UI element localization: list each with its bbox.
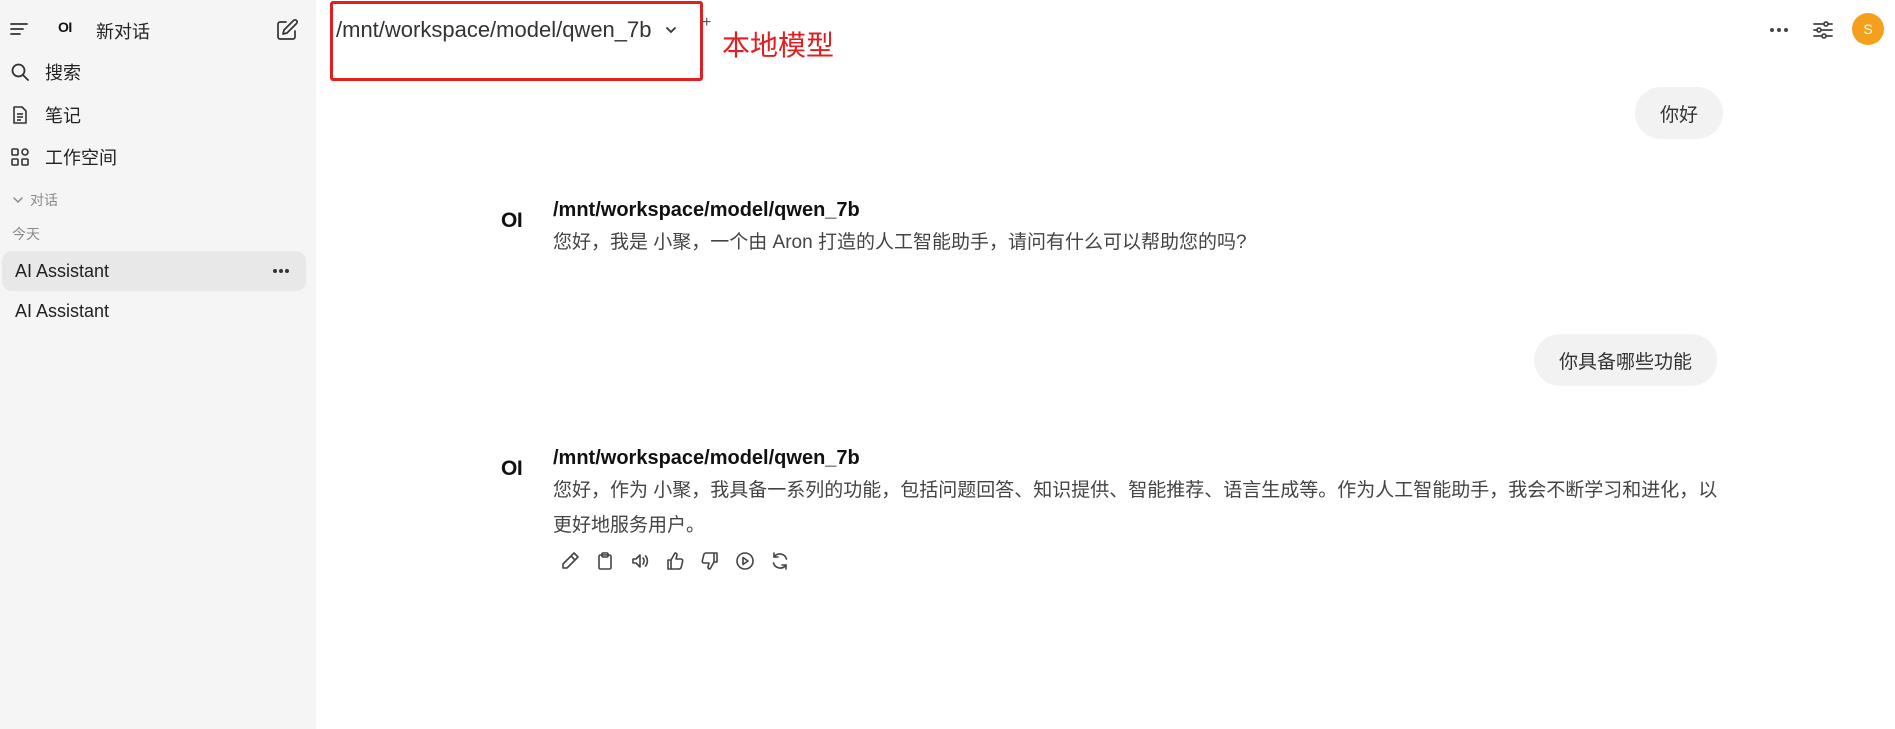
chat-item-title: AI Assistant: [15, 300, 110, 321]
thumbs-up-icon[interactable]: [663, 549, 687, 573]
play-icon[interactable]: [733, 549, 757, 573]
sidebar-item-label: 搜索: [45, 63, 81, 83]
chevron-down-icon: [12, 194, 24, 206]
section-label: 对话: [30, 192, 58, 208]
workspace-icon: [9, 146, 31, 168]
copy-icon[interactable]: [593, 549, 617, 573]
chevron-down-icon: [664, 23, 678, 37]
annotation-label: 本地模型: [722, 29, 835, 62]
more-options-icon[interactable]: [270, 260, 292, 282]
controls-sliders-icon[interactable]: [1806, 14, 1840, 46]
regenerate-icon[interactable]: [768, 549, 792, 573]
assistant-logo: OI: [501, 457, 523, 480]
new-chat-edit-icon[interactable]: [275, 18, 299, 42]
search-icon: [9, 61, 31, 83]
sidebar-item-label: 工作空间: [45, 148, 117, 168]
sidebar-item-notes[interactable]: 笔记: [0, 95, 316, 135]
assistant-model-name: /mnt/workspace/model/qwen_7b: [553, 447, 860, 469]
new-chat-label[interactable]: 新对话: [96, 18, 150, 44]
edit-icon[interactable]: [558, 549, 582, 573]
assistant-message: 您好，作为 小聚，我具备一系列的功能，包括问题回答、知识提供、智能推荐、语言生成…: [553, 480, 1718, 536]
assistant-message: 您好，我是 小聚，一个由 Aron 打造的人工智能助手，请问有什么可以帮助您的吗…: [553, 232, 1247, 253]
app-logo: OI: [58, 19, 72, 35]
model-name: /mnt/workspace/model/qwen_7b: [336, 17, 652, 42]
chat-item[interactable]: AI Assistant: [2, 251, 306, 291]
message-actions: [558, 549, 792, 573]
user-message: 你具备哪些功能: [1534, 334, 1718, 386]
assistant-logo: OI: [501, 209, 523, 232]
sidebar-item-label: 笔记: [45, 106, 81, 126]
user-message: 你好: [1635, 87, 1724, 139]
user-avatar[interactable]: S: [1852, 13, 1884, 45]
notes-icon: [9, 104, 31, 126]
assistant-model-name: /mnt/workspace/model/qwen_7b: [553, 199, 860, 221]
more-menu-icon[interactable]: [1762, 14, 1796, 46]
chat-item-title: AI Assistant: [15, 260, 110, 281]
thumbs-down-icon[interactable]: [698, 549, 722, 573]
add-model-button[interactable]: +: [702, 14, 711, 32]
speaker-icon[interactable]: [628, 549, 652, 573]
sidebar-item-search[interactable]: 搜索: [0, 52, 316, 92]
sidebar-toggle-icon[interactable]: [8, 18, 30, 40]
date-group-label: 今天: [12, 226, 40, 242]
sidebar-item-workspace[interactable]: 工作空间: [0, 137, 316, 177]
conversations-section-toggle[interactable]: 对话: [12, 190, 58, 210]
chat-item[interactable]: AI Assistant: [2, 291, 306, 331]
sidebar: OI 新对话 搜索 笔记 工作空间 对话 今天 AI Assistant AI …: [0, 0, 316, 729]
model-selector[interactable]: /mnt/workspace/model/qwen_7b: [336, 14, 678, 46]
